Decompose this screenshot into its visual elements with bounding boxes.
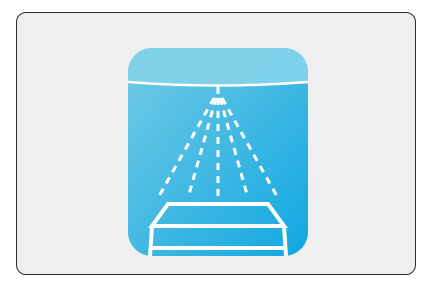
shower-sprinkler-graphic bbox=[128, 48, 308, 256]
tray-left-leg bbox=[148, 225, 154, 256]
shower-sprinkler-icon bbox=[128, 48, 308, 256]
tray-right-leg bbox=[282, 225, 288, 256]
sprinkler-head-band bbox=[128, 48, 308, 86]
